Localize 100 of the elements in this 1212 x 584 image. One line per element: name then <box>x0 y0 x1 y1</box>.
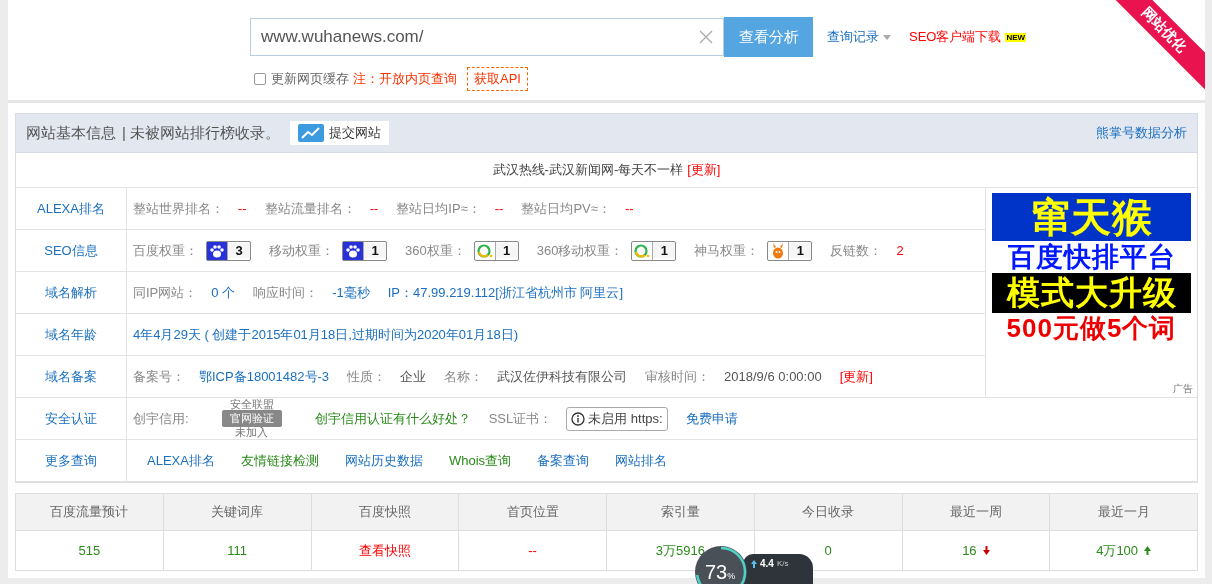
analyze-button[interactable]: 查看分析 <box>724 17 813 57</box>
table-cell: 3万5916 <box>655 541 705 560</box>
link[interactable]: 网站历史数据 <box>344 451 423 470</box>
link[interactable]: 网站排名 <box>615 451 668 470</box>
column-header: 今日收录 <box>754 494 903 531</box>
ad-text: 窜天猴 <box>992 193 1191 241</box>
info-text: IP：47.99.219.112[浙江省杭州市 阿里云] <box>387 283 623 302</box>
column-header: 百度流量预计 <box>16 494 164 531</box>
table-cell: 0 <box>824 543 832 558</box>
analysis-link[interactable]: 熊掌号数据分析 <box>1096 124 1187 142</box>
link[interactable]: 友情链接检测 <box>240 451 319 470</box>
caret-icon <box>883 34 891 40</box>
rank-value: 1 <box>495 243 518 258</box>
field-label: 整站日均IP≈： <box>396 199 481 218</box>
column-header: 索引量 <box>607 494 755 531</box>
field-label: 反链数： <box>830 241 883 260</box>
seal-text: 未加入 <box>235 427 269 438</box>
table-cell: 515 <box>78 543 101 558</box>
ranking-status: | 未被网站排行榜收录。 <box>122 123 281 143</box>
field-value: 2018/9/6 0:00:00 <box>724 369 822 384</box>
update-link[interactable]: [更新] <box>839 367 873 386</box>
field-label: SSL证书： <box>488 409 553 428</box>
field-value: -- <box>369 201 379 216</box>
field-label: 整站日均PV≈： <box>521 199 611 218</box>
field-label: 创宇信用: <box>133 409 189 428</box>
url-input-field[interactable]: www.wuhanews.com/ <box>250 18 724 56</box>
info-text: 4年4月29天 ( 创建于2015年01月18日,过期时间为2020年01月18日) <box>133 325 519 344</box>
seal-ribbon: 官网验证 <box>221 410 282 427</box>
link[interactable]: 备案查询 <box>537 451 590 470</box>
download-link[interactable]: SEO客户端下载 <box>909 28 1002 46</box>
update-link[interactable]: [更新] <box>687 161 721 179</box>
link[interactable]: 创宇信用认证有什么好处？ <box>314 409 471 428</box>
field-label: 移动权重： <box>269 241 334 260</box>
column-header: 最近一月 <box>1050 494 1198 531</box>
field-label: 360权重： <box>405 241 466 260</box>
field-label: 整站流量排名： <box>264 199 356 218</box>
column-header: 百度快照 <box>311 494 460 531</box>
table-cell: 111 <box>227 543 247 558</box>
row-label: SEO信息 <box>16 230 127 272</box>
paw-icon <box>207 241 228 260</box>
field-value: 武汉佐伊科技有限公司 <box>497 367 628 386</box>
row-label: 域名备案 <box>16 356 127 398</box>
table-cell: 16 <box>962 543 977 558</box>
info-icon <box>571 411 586 426</box>
new-badge: NEW <box>1005 32 1027 42</box>
down-arrow-icon <box>982 546 990 555</box>
field-value: 2 <box>896 243 904 258</box>
paw-icon <box>343 241 364 260</box>
field-label: 整站世界排名： <box>133 199 224 218</box>
up-arrow-icon <box>751 559 757 568</box>
column-header: 关键词库 <box>163 494 312 531</box>
field-value: -- <box>238 201 247 216</box>
snapshot-link[interactable]: 查看快照 <box>358 541 411 560</box>
site-title: 武汉热线-武汉新闻网-每天不一样 <box>492 161 684 179</box>
field-label: 响应时间： <box>253 283 319 302</box>
table-cell: -- <box>528 543 537 558</box>
row-label: 域名解析 <box>16 272 127 314</box>
rank-value: 1 <box>653 243 676 258</box>
checkbox-label: 更新网页缓存 <box>271 70 349 88</box>
field-label: 审核时间： <box>645 367 711 386</box>
rank-value: 3 <box>228 243 250 258</box>
note-text: 注：开放内页查询 <box>353 70 457 88</box>
column-header: 最近一周 <box>902 494 1051 531</box>
panel-title: 网站基本信息 <box>26 123 116 143</box>
history-link[interactable]: 查询记录 <box>827 28 891 46</box>
field-label: 名称： <box>444 367 484 386</box>
percent-unit: % <box>727 571 736 581</box>
field-value: 鄂ICP备18001482号-3 <box>199 367 330 386</box>
row-label: 域名年龄 <box>16 314 127 356</box>
field-label: 神马权重： <box>694 241 760 260</box>
column-header: 首页位置 <box>459 494 607 531</box>
clear-icon <box>699 30 713 44</box>
upload-speed: 4.4 <box>760 558 774 569</box>
rank-value: 1 <box>364 243 386 258</box>
speed-unit: K/s <box>776 559 789 568</box>
ring-icon <box>474 241 496 260</box>
cache-checkbox[interactable] <box>254 73 266 85</box>
api-button[interactable]: 获取API <box>467 67 528 91</box>
row-label: ALEXA排名 <box>16 188 127 230</box>
usage-percent: 73 <box>705 561 728 584</box>
up-arrow-icon <box>1144 546 1152 555</box>
field-label: 性质： <box>347 367 387 386</box>
field-label: 同IP网站： <box>133 283 198 302</box>
link[interactable]: ALEXA排名 <box>147 451 215 470</box>
link[interactable]: Whois查询 <box>448 451 512 470</box>
field-label: 备案号： <box>133 367 185 386</box>
field-value: -1毫秒 <box>332 283 370 302</box>
submit-site-button[interactable]: 提交网站 <box>290 121 390 145</box>
ssl-status: 未启用 https: <box>566 406 668 431</box>
field-value: -- <box>624 201 634 216</box>
field-label: 百度权重： <box>133 241 198 260</box>
field-value: 0 个 <box>211 283 236 302</box>
ad-text: 模式大升级 <box>992 273 1191 313</box>
chart-icon <box>298 124 325 142</box>
link[interactable]: 免费申请 <box>685 409 738 428</box>
field-value: 企业 <box>400 367 427 386</box>
ad-label: 广告 <box>1173 382 1193 396</box>
ad-banner[interactable]: 窜天猴 百度快排平台 模式大升级 500元做5个词 广告 <box>985 188 1197 398</box>
seal-text: 安全联盟 <box>229 399 274 410</box>
row-label: 安全认证 <box>16 398 127 440</box>
